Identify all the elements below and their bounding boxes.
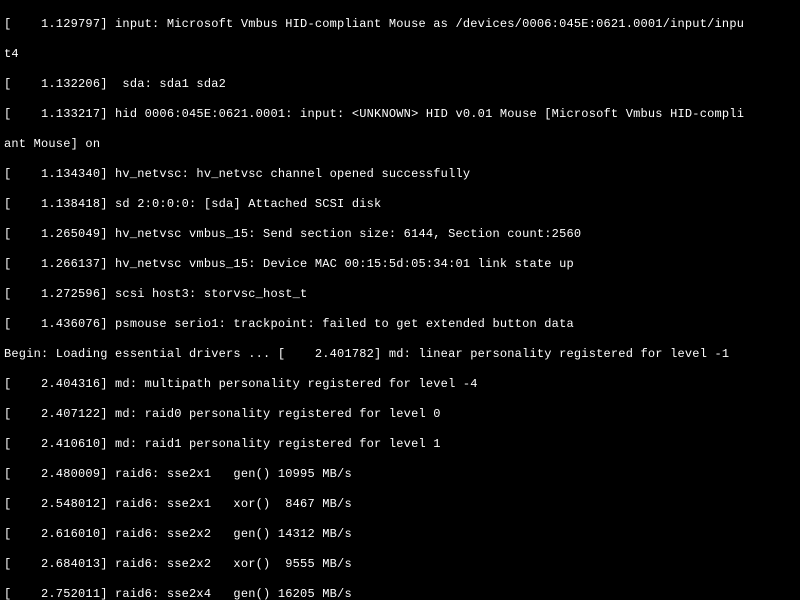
log-line: [ 1.266137] hv_netvsc vmbus_15: Device M… [4,257,574,271]
log-line: [ 1.133217] hid 0006:045E:0621.0001: inp… [4,107,744,121]
log-line: [ 2.480009] raid6: sse2x1 gen() 10995 MB… [4,467,352,481]
log-line: [ 2.548012] raid6: sse2x1 xor() 8467 MB/… [4,497,352,511]
log-line: ant Mouse] on [4,137,100,151]
log-line: [ 2.407122] md: raid0 personality regist… [4,407,441,421]
log-line: [ 2.404316] md: multipath personality re… [4,377,478,391]
log-line: [ 1.265049] hv_netvsc vmbus_15: Send sec… [4,227,581,241]
log-line: [ 1.436076] psmouse serio1: trackpoint: … [4,317,574,331]
log-line: [ 1.134340] hv_netvsc: hv_netvsc channel… [4,167,470,181]
log-line: [ 2.684013] raid6: sse2x2 xor() 9555 MB/… [4,557,352,571]
boot-console: [ 1.129797] input: Microsoft Vmbus HID-c… [0,0,800,600]
log-line: [ 2.410610] md: raid1 personality regist… [4,437,441,451]
log-line: [ 1.138418] sd 2:0:0:0: [sda] Attached S… [4,197,381,211]
log-line: t4 [4,47,19,61]
log-line: [ 1.129797] input: Microsoft Vmbus HID-c… [4,17,744,31]
log-line: [ 2.616010] raid6: sse2x2 gen() 14312 MB… [4,527,352,541]
log-line: Begin: Loading essential drivers ... [ 2… [4,347,729,361]
log-line: [ 1.132206] sda: sda1 sda2 [4,77,226,91]
log-line: [ 2.752011] raid6: sse2x4 gen() 16205 MB… [4,587,352,600]
log-line: [ 1.272596] scsi host3: storvsc_host_t [4,287,307,301]
